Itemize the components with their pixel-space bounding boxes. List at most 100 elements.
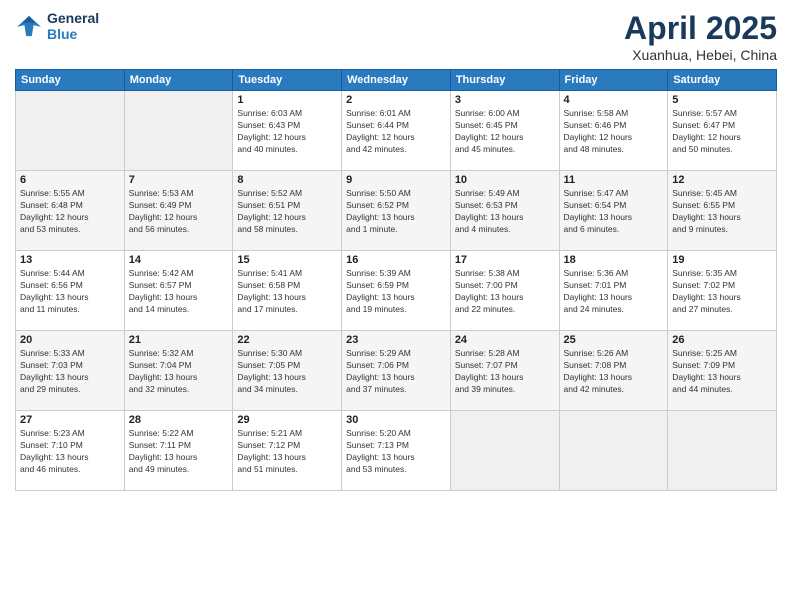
- week-row-3: 13 Sunrise: 5:44 AM Sunset: 6:56 PM Dayli…: [16, 251, 777, 331]
- day-number: 6: [20, 174, 120, 186]
- day-number: 19: [672, 254, 772, 266]
- day-info: Sunrise: 5:26 AM Sunset: 7:08 PM Dayligh…: [564, 348, 664, 396]
- calendar-cell-w2-d6: 11 Sunrise: 5:47 AM Sunset: 6:54 PM Dayli…: [559, 171, 668, 251]
- header: General Blue April 2025 Xuanhua, Hebei, …: [15, 10, 777, 63]
- calendar-cell-w3-d5: 17Sunrise: 5:38 AM Sunset: 7:00 PM Dayli…: [450, 251, 559, 331]
- day-info: Sunrise: 5:57 AM Sunset: 6:47 PM Dayligh…: [672, 108, 772, 156]
- day-number: 2: [346, 94, 446, 106]
- calendar-cell-w4-d6: 25 Sunrise: 5:26 AM Sunset: 7:08 PM Dayli…: [559, 331, 668, 411]
- day-number: 27: [20, 414, 120, 426]
- day-number: 5: [672, 94, 772, 106]
- calendar-cell-w2-d3: 8 Sunrise: 5:52 AM Sunset: 6:51 PM Daylig…: [233, 171, 342, 251]
- day-number: 13: [20, 254, 120, 266]
- day-info: Sunrise: 5:44 AM Sunset: 6:56 PM Dayligh…: [20, 268, 120, 316]
- day-info: Sunrise: 5:20 AM Sunset: 7:13 PM Dayligh…: [346, 428, 446, 476]
- day-info: Sunrise: 5:36 AM Sunset: 7:01 PM Dayligh…: [564, 268, 664, 316]
- day-number: 1: [237, 94, 337, 106]
- calendar-cell-w5-d4: 30 Sunrise: 5:20 AM Sunset: 7:13 PM Dayli…: [342, 411, 451, 491]
- day-number: 10: [455, 174, 555, 186]
- calendar-cell-w5-d1: 27 Sunrise: 5:23 AM Sunset: 7:10 PM Dayli…: [16, 411, 125, 491]
- calendar-cell-w1-d4: 2 Sunrise: 6:01 AM Sunset: 6:44 PM Daylig…: [342, 91, 451, 171]
- week-row-2: 6 Sunrise: 5:55 AM Sunset: 6:48 PM Daylig…: [16, 171, 777, 251]
- day-info: Sunrise: 5:29 AM Sunset: 7:06 PM Dayligh…: [346, 348, 446, 396]
- day-number: 11: [564, 174, 664, 186]
- day-info: Sunrise: 5:47 AM Sunset: 6:54 PM Dayligh…: [564, 188, 664, 236]
- col-wednesday: Wednesday: [342, 70, 451, 91]
- day-number: 25: [564, 334, 664, 346]
- day-info: Sunrise: 5:50 AM Sunset: 6:52 PM Dayligh…: [346, 188, 446, 236]
- day-number: 28: [129, 414, 229, 426]
- day-number: 3: [455, 94, 555, 106]
- day-info: Sunrise: 5:39 AM Sunset: 6:59 PM Dayligh…: [346, 268, 446, 316]
- calendar-cell-w4-d7: 26Sunrise: 5:25 AM Sunset: 7:09 PM Dayli…: [668, 331, 777, 411]
- col-saturday: Saturday: [668, 70, 777, 91]
- day-number: 24: [455, 334, 555, 346]
- day-number: 20: [20, 334, 120, 346]
- calendar-cell-w2-d7: 12 Sunrise: 5:45 AM Sunset: 6:55 PM Dayli…: [668, 171, 777, 251]
- calendar-cell-w5-d7: [668, 411, 777, 491]
- calendar-cell-w3-d2: 14 Sunrise: 5:42 AM Sunset: 6:57 PM Dayli…: [124, 251, 233, 331]
- day-number: 12: [672, 174, 772, 186]
- calendar-cell-w4-d5: 24 Sunrise: 5:28 AM Sunset: 7:07 PM Dayli…: [450, 331, 559, 411]
- calendar-cell-w5-d6: [559, 411, 668, 491]
- day-number: 18: [564, 254, 664, 266]
- day-info: Sunrise: 6:00 AM Sunset: 6:45 PM Dayligh…: [455, 108, 555, 156]
- calendar-cell-w1-d7: 5 Sunrise: 5:57 AM Sunset: 6:47 PM Daylig…: [668, 91, 777, 171]
- day-info: Sunrise: 5:21 AM Sunset: 7:12 PM Dayligh…: [237, 428, 337, 476]
- day-info: Sunrise: 6:01 AM Sunset: 6:44 PM Dayligh…: [346, 108, 446, 156]
- day-info: Sunrise: 5:52 AM Sunset: 6:51 PM Dayligh…: [237, 188, 337, 236]
- day-info: Sunrise: 5:53 AM Sunset: 6:49 PM Dayligh…: [129, 188, 229, 236]
- col-monday: Monday: [124, 70, 233, 91]
- calendar-cell-w4-d1: 20 Sunrise: 5:33 AM Sunset: 7:03 PM Dayli…: [16, 331, 125, 411]
- day-info: Sunrise: 5:58 AM Sunset: 6:46 PM Dayligh…: [564, 108, 664, 156]
- day-number: 15: [237, 254, 337, 266]
- day-number: 7: [129, 174, 229, 186]
- day-number: 8: [237, 174, 337, 186]
- location: Xuanhua, Hebei, China: [624, 47, 777, 63]
- col-thursday: Thursday: [450, 70, 559, 91]
- calendar-cell-w1-d1: [16, 91, 125, 171]
- calendar-cell-w4-d3: 22Sunrise: 5:30 AM Sunset: 7:05 PM Dayli…: [233, 331, 342, 411]
- day-info: Sunrise: 5:33 AM Sunset: 7:03 PM Dayligh…: [20, 348, 120, 396]
- calendar-cell-w3-d7: 19 Sunrise: 5:35 AM Sunset: 7:02 PM Dayli…: [668, 251, 777, 331]
- day-number: 22: [237, 334, 337, 346]
- logo: General Blue: [15, 10, 99, 42]
- day-number: 30: [346, 414, 446, 426]
- logo-text: General Blue: [47, 10, 99, 42]
- page: General Blue April 2025 Xuanhua, Hebei, …: [0, 0, 792, 612]
- logo-icon: [15, 14, 43, 38]
- day-info: Sunrise: 5:42 AM Sunset: 6:57 PM Dayligh…: [129, 268, 229, 316]
- day-number: 14: [129, 254, 229, 266]
- calendar-cell-w5-d2: 28Sunrise: 5:22 AM Sunset: 7:11 PM Dayli…: [124, 411, 233, 491]
- day-info: Sunrise: 5:55 AM Sunset: 6:48 PM Dayligh…: [20, 188, 120, 236]
- calendar-cell-w1-d5: 3 Sunrise: 6:00 AM Sunset: 6:45 PM Daylig…: [450, 91, 559, 171]
- calendar-cell-w3-d4: 16 Sunrise: 5:39 AM Sunset: 6:59 PM Dayli…: [342, 251, 451, 331]
- calendar-cell-w3-d6: 18 Sunrise: 5:36 AM Sunset: 7:01 PM Dayli…: [559, 251, 668, 331]
- week-row-4: 20 Sunrise: 5:33 AM Sunset: 7:03 PM Dayli…: [16, 331, 777, 411]
- calendar-table: Sunday Monday Tuesday Wednesday Thursday…: [15, 69, 777, 491]
- day-number: 9: [346, 174, 446, 186]
- day-info: Sunrise: 5:49 AM Sunset: 6:53 PM Dayligh…: [455, 188, 555, 236]
- day-info: Sunrise: 5:45 AM Sunset: 6:55 PM Dayligh…: [672, 188, 772, 236]
- day-info: Sunrise: 5:38 AM Sunset: 7:00 PM Dayligh…: [455, 268, 555, 316]
- calendar-cell-w2-d4: 9 Sunrise: 5:50 AM Sunset: 6:52 PM Daylig…: [342, 171, 451, 251]
- day-info: Sunrise: 5:35 AM Sunset: 7:02 PM Dayligh…: [672, 268, 772, 316]
- day-info: Sunrise: 5:41 AM Sunset: 6:58 PM Dayligh…: [237, 268, 337, 316]
- day-info: Sunrise: 5:23 AM Sunset: 7:10 PM Dayligh…: [20, 428, 120, 476]
- day-number: 23: [346, 334, 446, 346]
- day-number: 16: [346, 254, 446, 266]
- day-info: Sunrise: 5:25 AM Sunset: 7:09 PM Dayligh…: [672, 348, 772, 396]
- calendar-cell-w3-d1: 13 Sunrise: 5:44 AM Sunset: 6:56 PM Dayli…: [16, 251, 125, 331]
- month-title: April 2025: [624, 10, 777, 47]
- calendar-cell-w2-d5: 10 Sunrise: 5:49 AM Sunset: 6:53 PM Dayli…: [450, 171, 559, 251]
- calendar-cell-w1-d6: 4Sunrise: 5:58 AM Sunset: 6:46 PM Daylig…: [559, 91, 668, 171]
- day-info: Sunrise: 5:28 AM Sunset: 7:07 PM Dayligh…: [455, 348, 555, 396]
- day-number: 21: [129, 334, 229, 346]
- col-tuesday: Tuesday: [233, 70, 342, 91]
- week-row-5: 27 Sunrise: 5:23 AM Sunset: 7:10 PM Dayli…: [16, 411, 777, 491]
- calendar-cell-w4-d2: 21Sunrise: 5:32 AM Sunset: 7:04 PM Dayli…: [124, 331, 233, 411]
- calendar-cell-w2-d1: 6 Sunrise: 5:55 AM Sunset: 6:48 PM Daylig…: [16, 171, 125, 251]
- title-section: April 2025 Xuanhua, Hebei, China: [624, 10, 777, 63]
- col-friday: Friday: [559, 70, 668, 91]
- calendar-cell-w1-d2: [124, 91, 233, 171]
